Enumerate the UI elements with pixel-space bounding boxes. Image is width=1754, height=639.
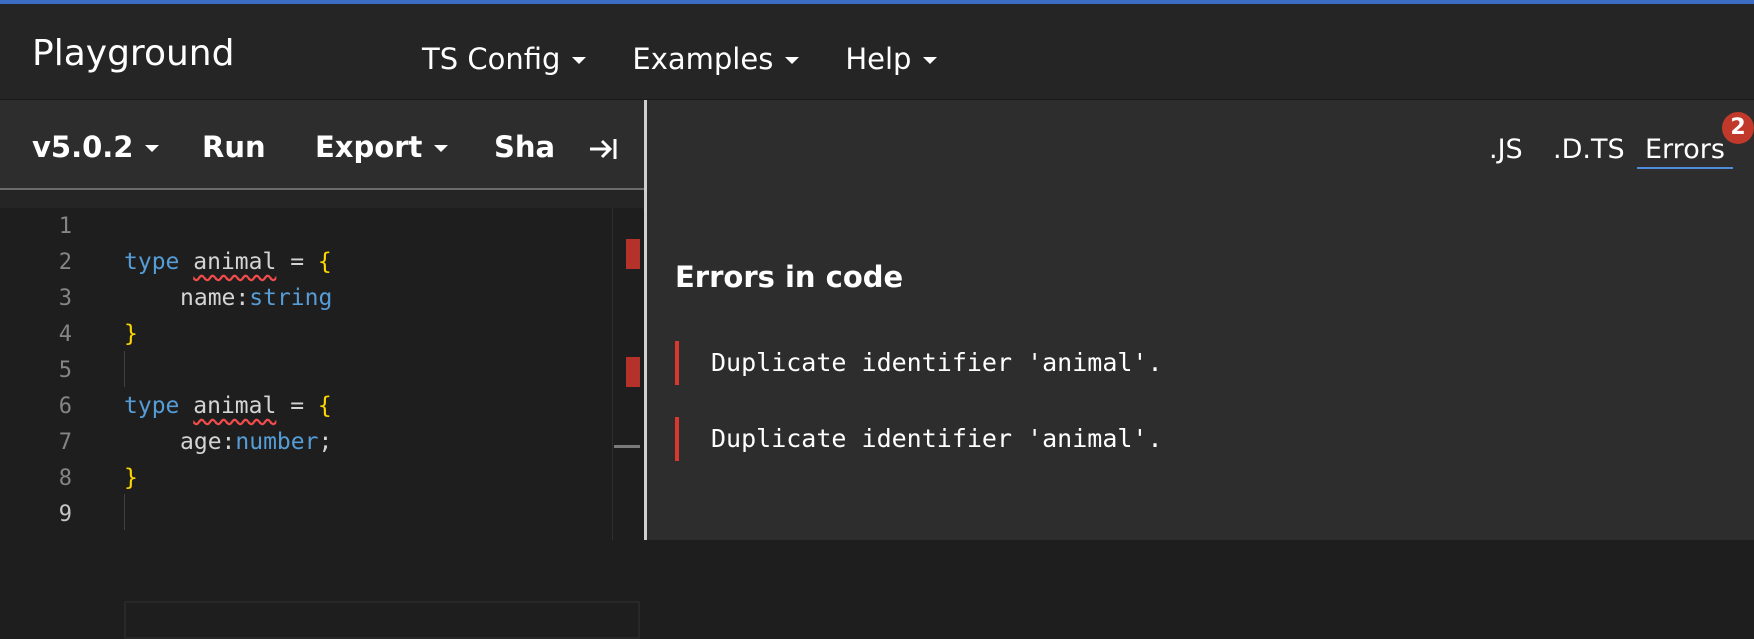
- code-line: 4 }: [0, 316, 612, 352]
- chevron-down-icon: [785, 57, 800, 64]
- error-count-badge: 2: [1722, 112, 1754, 144]
- line-number: 5: [58, 357, 72, 383]
- navbar: Playground TS Config Examples Help: [0, 4, 1754, 100]
- code-editor[interactable]: 1 2 type animal = { 3 name:string 4 } 5 …: [0, 208, 640, 639]
- error-item: Duplicate identifier 'animal'.: [675, 417, 1679, 461]
- run-label: Run: [202, 130, 266, 164]
- code-text: type animal = {: [124, 249, 332, 275]
- keyword: type: [124, 393, 180, 419]
- tab-label: .D.TS: [1553, 134, 1625, 165]
- line-number: 9: [58, 501, 72, 527]
- code-line: 6 type animal = {: [0, 388, 612, 424]
- code-text: }: [124, 465, 138, 491]
- error-item: Duplicate identifier 'animal'.: [675, 341, 1679, 385]
- line-number: 8: [58, 465, 72, 491]
- error-message: Duplicate identifier 'animal'.: [711, 424, 1163, 453]
- semicolon: ;: [318, 429, 333, 455]
- nav-item-label: Help: [845, 42, 912, 76]
- bracket: }: [124, 321, 138, 347]
- operator: =: [276, 249, 318, 275]
- type-name: string: [249, 285, 333, 311]
- code-text: name:string: [180, 285, 332, 311]
- chevron-down-icon: [145, 145, 160, 152]
- nav-menu: TS Config Examples Help: [422, 42, 983, 76]
- code-text: age:number;: [180, 429, 332, 455]
- export-button[interactable]: Export: [315, 130, 449, 164]
- editor-toolbar: v5.0.2 Run Export Share: [0, 100, 644, 190]
- error-message: Duplicate identifier 'animal'.: [711, 348, 1163, 377]
- bracket: {: [317, 393, 332, 419]
- chevron-down-icon: [434, 145, 449, 152]
- keyword: type: [124, 249, 180, 275]
- editor-panel: v5.0.2 Run Export Share 1 2 type animal …: [0, 100, 644, 639]
- line-number: 2: [58, 249, 72, 275]
- export-label: Export: [315, 130, 423, 164]
- tab-errors[interactable]: Errors: [1637, 134, 1733, 169]
- chevron-down-icon: [923, 57, 938, 64]
- bracket: }: [124, 465, 138, 491]
- property: name:: [180, 285, 250, 311]
- version-label: v5.0.2: [32, 130, 134, 164]
- cursor-marker: [614, 445, 640, 448]
- share-button[interactable]: Share: [494, 130, 556, 164]
- version-select[interactable]: v5.0.2: [32, 130, 160, 164]
- error-identifier: animal: [193, 393, 277, 419]
- code-line: 9: [0, 496, 612, 532]
- editor-top-padding: [0, 190, 644, 210]
- bracket: {: [317, 249, 332, 275]
- operator: =: [276, 393, 318, 419]
- output-panel: .JS .D.TS Errors 2 Errors in code Duplic…: [647, 100, 1754, 540]
- share-label: Share: [494, 130, 556, 164]
- error-marker[interactable]: [626, 357, 640, 387]
- app-title[interactable]: Playground: [32, 33, 234, 74]
- tab-js[interactable]: .JS: [1489, 134, 1523, 165]
- collapse-right-icon[interactable]: [588, 134, 618, 164]
- property: age:: [180, 429, 236, 455]
- errors-heading: Errors in code: [675, 260, 904, 294]
- tab-dts[interactable]: .D.TS: [1553, 134, 1625, 165]
- error-marker[interactable]: [626, 239, 640, 269]
- line-number: 6: [58, 393, 72, 419]
- current-line-highlight: [124, 601, 640, 639]
- run-button[interactable]: Run: [202, 130, 266, 164]
- code-line: 3 name:string: [0, 280, 612, 316]
- line-number: 1: [58, 213, 72, 239]
- nav-item-help[interactable]: Help: [845, 42, 938, 76]
- code-line: 7 age:number;: [0, 424, 612, 460]
- nav-item-label: TS Config: [422, 42, 561, 76]
- line-number: 3: [58, 285, 72, 311]
- nav-item-label: Examples: [632, 42, 774, 76]
- line-number: 4: [58, 321, 72, 347]
- code-line: 1: [0, 208, 612, 244]
- type-name: number: [235, 429, 319, 455]
- code-line: 8 }: [0, 460, 612, 496]
- code-line: 5: [0, 352, 612, 388]
- code-line: 2 type animal = {: [0, 244, 612, 280]
- nav-item-ts-config[interactable]: TS Config: [422, 42, 587, 76]
- tab-label: Errors: [1645, 134, 1725, 165]
- code-text: }: [124, 321, 138, 347]
- line-number: 7: [58, 429, 72, 455]
- nav-item-examples[interactable]: Examples: [632, 42, 800, 76]
- error-identifier: animal: [193, 249, 277, 275]
- code-text: type animal = {: [124, 393, 332, 419]
- tab-label: .JS: [1489, 134, 1523, 165]
- chevron-down-icon: [572, 57, 587, 64]
